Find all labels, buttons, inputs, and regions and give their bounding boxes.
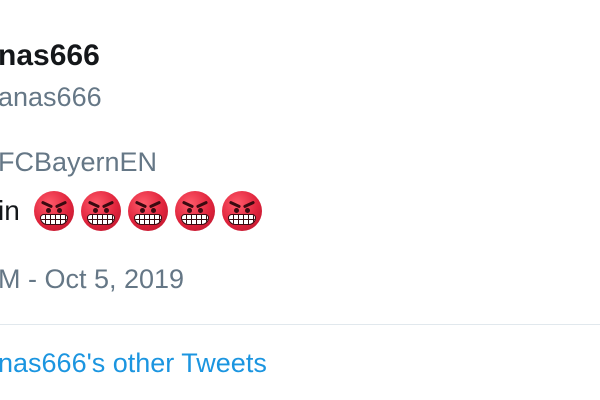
face-with-symbols-on-mouth-icon <box>174 191 215 231</box>
face-with-symbols-on-mouth-icon <box>33 191 74 231</box>
face-with-symbols-on-mouth-icon <box>127 191 168 231</box>
author-handle[interactable]: anas666 <box>0 80 102 114</box>
embedded-tweet-card: nas666 anas666 FCBayernEN in M - Oct 5, … <box>0 0 600 400</box>
tweet-text-fragment: in <box>0 195 20 226</box>
other-tweets-link[interactable]: nas666's other Tweets <box>0 346 267 380</box>
face-with-symbols-on-mouth-icon <box>80 191 121 231</box>
divider <box>0 324 600 325</box>
face-with-symbols-on-mouth-icon <box>221 191 262 231</box>
author-display-name[interactable]: nas666 <box>0 36 100 76</box>
tweet-timestamp[interactable]: M - Oct 5, 2019 <box>0 262 184 296</box>
tweet-text: in <box>0 190 269 232</box>
reply-to-mention[interactable]: FCBayernEN <box>0 145 157 179</box>
